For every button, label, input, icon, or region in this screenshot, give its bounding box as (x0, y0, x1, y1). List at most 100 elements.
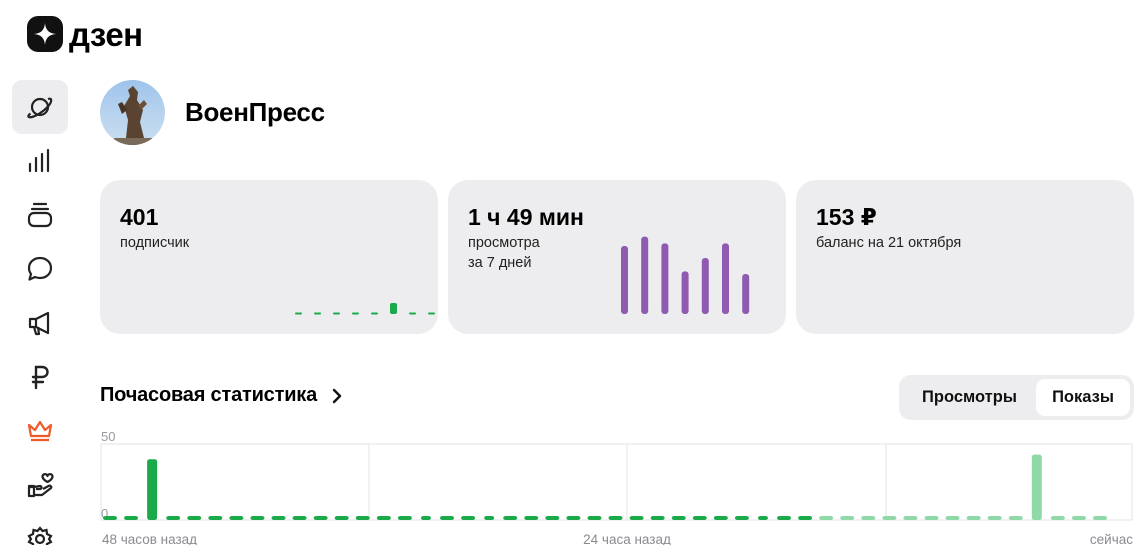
hourly-bar (376, 516, 391, 520)
x-tick-label: сейчас (1090, 532, 1133, 545)
hourly-bar (461, 516, 476, 520)
promotion-icon (28, 311, 50, 336)
logo-text: дзен (69, 15, 143, 53)
hourly-stats-title[interactable]: Почасовая статистика (100, 384, 343, 407)
sidebar-item-main[interactable] (12, 80, 68, 134)
sparkline-dash (428, 312, 435, 315)
hourly-bar (313, 516, 328, 520)
hourly-bar (1093, 516, 1107, 520)
hourly-metric-switch: Просмотры Показы (899, 375, 1134, 420)
hourly-bar (566, 516, 581, 520)
views-bar (681, 271, 689, 314)
hourly-bar (629, 516, 644, 520)
views-bar (701, 258, 709, 314)
ruble-icon (31, 365, 49, 390)
views-card[interactable]: 1 ч 49 мин просмотра за 7 дней (448, 180, 786, 334)
channel-header: ВоенПресс (100, 80, 325, 145)
hourly-bar (777, 516, 792, 520)
hourly-bar (250, 516, 265, 520)
hourly-bar (355, 516, 370, 520)
tab-views[interactable]: Просмотры (903, 379, 1036, 416)
hourly-bar (208, 516, 223, 520)
hourly-bar (692, 516, 707, 520)
x-tick-label: 24 часа назад (583, 532, 671, 545)
hourly-bar (124, 516, 139, 520)
hourly-bar (713, 516, 728, 520)
hourly-bar (103, 516, 117, 520)
hourly-bar (503, 516, 518, 520)
subscribers-sparkline (295, 303, 435, 315)
sparkline-dash (314, 312, 321, 315)
sparkline-bar (390, 303, 397, 314)
hourly-chart: 05048 часов назад 24 часа назад сейчас (100, 429, 1133, 545)
comments-icon (27, 256, 53, 281)
hourly-bar (166, 516, 181, 520)
sparkline-dash (295, 312, 302, 315)
hourly-bar (798, 516, 813, 520)
sidebar-item-publications[interactable] (12, 188, 68, 242)
sparkline-dash (409, 312, 416, 315)
sparkline-dash (352, 312, 359, 315)
sidebar (12, 80, 69, 545)
hourly-bar (882, 516, 897, 520)
hourly-bar (608, 516, 623, 520)
views-bar (621, 246, 628, 314)
hourly-bar (147, 459, 158, 520)
subscribers-card[interactable]: 401 подписчик (100, 180, 438, 334)
sidebar-item-settings[interactable] (12, 512, 68, 545)
sidebar-item-stats[interactable] (12, 134, 68, 188)
settings-icon (27, 526, 53, 545)
hourly-bar (903, 516, 918, 520)
hourly-bar (1050, 516, 1065, 520)
hourly-bar (292, 516, 307, 520)
views-bar (742, 274, 750, 314)
hourly-bar (1008, 516, 1023, 520)
publications-icon (27, 202, 53, 228)
views-bar (661, 243, 669, 314)
hourly-bar (671, 516, 686, 520)
hourly-bar (819, 516, 834, 520)
x-tick-label: 48 часов назад (102, 532, 197, 545)
hourly-bar (840, 516, 855, 520)
hourly-bar (987, 516, 1002, 520)
sidebar-item-premium[interactable] (12, 404, 68, 458)
hourly-bar (587, 516, 602, 520)
hourly-bar (334, 516, 349, 520)
support-icon (27, 473, 54, 498)
hourly-bar (757, 516, 768, 520)
hourly-bar (484, 516, 495, 520)
hourly-bar (924, 516, 939, 520)
balance-card[interactable]: 153 ₽ баланс на 21 октября (796, 180, 1134, 334)
views-bar (722, 243, 729, 314)
y-tick-label: 50 (101, 429, 115, 444)
hourly-bar (945, 516, 960, 520)
sidebar-item-comments[interactable] (12, 242, 68, 296)
hourly-bar (1031, 454, 1042, 520)
hourly-bar (420, 516, 431, 520)
balance-label: баланс на 21 октября (816, 235, 962, 251)
hourly-stats-title-text: Почасовая статистика (100, 384, 318, 406)
hourly-bar (1071, 516, 1086, 520)
hourly-bar (397, 516, 412, 520)
channel-avatar[interactable] (100, 80, 165, 145)
hourly-bar (524, 516, 539, 520)
hourly-bar (966, 516, 981, 520)
hourly-bar (650, 516, 665, 520)
hourly-bar (271, 516, 286, 520)
sidebar-item-support[interactable] (12, 458, 68, 512)
sidebar-item-monetization[interactable] (12, 350, 68, 404)
sparkline-dash (371, 312, 378, 315)
hourly-bar (861, 516, 876, 520)
balance-value: 153 ₽ (816, 204, 877, 230)
stats-icon (28, 148, 50, 173)
tab-impressions[interactable]: Показы (1036, 379, 1130, 416)
sparkline-dash (333, 312, 340, 315)
chevron-right-icon (332, 388, 342, 403)
crown-icon (27, 420, 53, 442)
sidebar-item-promotion[interactable] (12, 296, 68, 350)
hourly-bar (187, 516, 202, 520)
channel-name[interactable]: ВоенПресс (185, 97, 325, 128)
views-bar (641, 236, 649, 314)
dzen-logo[interactable]: дзен (27, 16, 143, 52)
hourly-bar (734, 516, 749, 520)
